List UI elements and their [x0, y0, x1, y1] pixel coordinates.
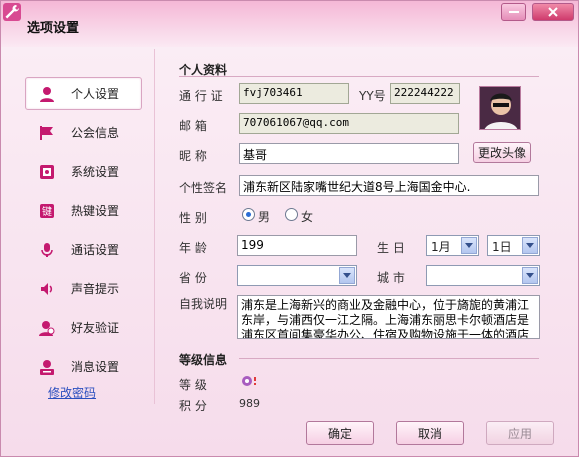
cancel-button[interactable]: 取消 [396, 421, 464, 445]
change-avatar-button[interactable]: 更改头像 [473, 142, 531, 163]
gender-male-label: 男 [258, 210, 271, 224]
sidebar-item-label: 声音提示 [71, 282, 120, 296]
province-label: 省 份 [179, 271, 207, 285]
birth-month-value: 1月 [431, 240, 451, 254]
title-bar[interactable]: 选项设置 [1, 1, 578, 47]
passport-field: fvj703461 [239, 83, 349, 104]
signature-label: 个性签名 [179, 181, 228, 195]
sidebar-item-guild[interactable]: 公会信息 [25, 116, 142, 149]
chevron-down-icon [522, 267, 538, 284]
birth-day-select[interactable]: 1日 [487, 235, 540, 256]
speaker-icon [38, 280, 56, 298]
close-button[interactable] [532, 3, 574, 21]
email-label: 邮 箱 [179, 119, 207, 133]
passport-label: 通 行 证 [179, 89, 223, 103]
minimize-button[interactable] [501, 3, 526, 21]
sidebar-item-label: 消息设置 [71, 360, 120, 374]
window-title: 选项设置 [27, 21, 80, 36]
sidebar-item-sound[interactable]: 声音提示 [25, 272, 142, 305]
sidebar-item-label: 公会信息 [71, 126, 120, 140]
divider [239, 358, 539, 359]
age-input[interactable]: 199 [237, 235, 357, 256]
sidebar-item-label: 通话设置 [71, 243, 120, 257]
close-icon [548, 7, 558, 17]
divider [154, 49, 155, 404]
chevron-down-icon [339, 267, 355, 284]
points-label: 积 分 [179, 399, 207, 413]
divider [179, 76, 539, 77]
sidebar-item-label: 热键设置 [71, 204, 120, 218]
sidebar-item-hotkey[interactable]: 键 热键设置 [25, 194, 142, 227]
friend-verify-icon [38, 319, 56, 337]
yy-label: YY号 [359, 89, 386, 103]
gender-male-radio[interactable] [242, 208, 255, 221]
avatar [479, 86, 521, 130]
sidebar-item-message[interactable]: 消息设置 [25, 350, 142, 383]
flag-icon [38, 124, 56, 142]
chevron-down-icon [522, 237, 538, 254]
province-select[interactable] [237, 265, 357, 286]
message-person-icon [38, 358, 56, 376]
signature-input[interactable]: 浦东新区陆家嘴世纪大道8号上海国金中心. [239, 175, 539, 196]
yy-field: 222244222 [390, 83, 460, 104]
sidebar: 个人设置 公会信息 系统设置 键 热键设置 通话设置 声音提示 好友验证 消息设… [18, 71, 144, 411]
ok-button[interactable]: 确定 [306, 421, 374, 445]
options-window: 选项设置 个人设置 公会信息 系统设置 键 热键设置 通话设置 声音提示 好友验… [0, 0, 579, 457]
birthday-label: 生 日 [377, 241, 405, 255]
bio-textarea[interactable]: 浦东是上海新兴的商业及金融中心，位于旖旎的黄浦江东岸，与浦西仅一江之隔。上海浦东… [237, 295, 540, 339]
hotkey-icon: 键 [38, 202, 56, 220]
person-icon [38, 85, 56, 103]
microphone-icon [38, 241, 56, 259]
wrench-icon [3, 3, 21, 21]
email-field: 707061067@qq.com [239, 113, 459, 134]
level-badge-icon [241, 374, 261, 391]
nickname-label: 昵 称 [179, 149, 207, 163]
gender-label: 性 别 [179, 211, 207, 225]
apply-button[interactable]: 应用 [486, 421, 554, 445]
sidebar-item-friend-verify[interactable]: 好友验证 [25, 311, 142, 344]
points-value: 989 [239, 397, 260, 410]
system-icon [38, 163, 56, 181]
svg-text:键: 键 [42, 205, 52, 218]
sidebar-item-personal[interactable]: 个人设置 [25, 77, 142, 110]
age-label: 年 龄 [179, 241, 207, 255]
avatar-photo-icon [480, 87, 520, 129]
gender-female-label: 女 [301, 210, 314, 224]
bio-label: 自我说明 [179, 297, 228, 311]
change-password-link[interactable]: 修改密码 [48, 384, 96, 401]
chevron-down-icon [461, 237, 477, 254]
city-select[interactable] [426, 265, 540, 286]
gender-female-radio[interactable] [285, 208, 298, 221]
level-section-title: 等级信息 [179, 353, 228, 367]
sidebar-item-label: 系统设置 [71, 165, 120, 179]
level-label: 等 级 [179, 378, 207, 392]
sidebar-item-label: 个人设置 [71, 87, 120, 101]
birth-day-value: 1日 [492, 240, 512, 254]
sidebar-item-label: 好友验证 [71, 321, 120, 335]
sidebar-item-system[interactable]: 系统设置 [25, 155, 142, 188]
nickname-input[interactable]: 基哥 [239, 143, 459, 164]
sidebar-item-call[interactable]: 通话设置 [25, 233, 142, 266]
city-label: 城 市 [377, 271, 405, 285]
minimize-icon [508, 11, 519, 13]
birth-month-select[interactable]: 1月 [426, 235, 479, 256]
